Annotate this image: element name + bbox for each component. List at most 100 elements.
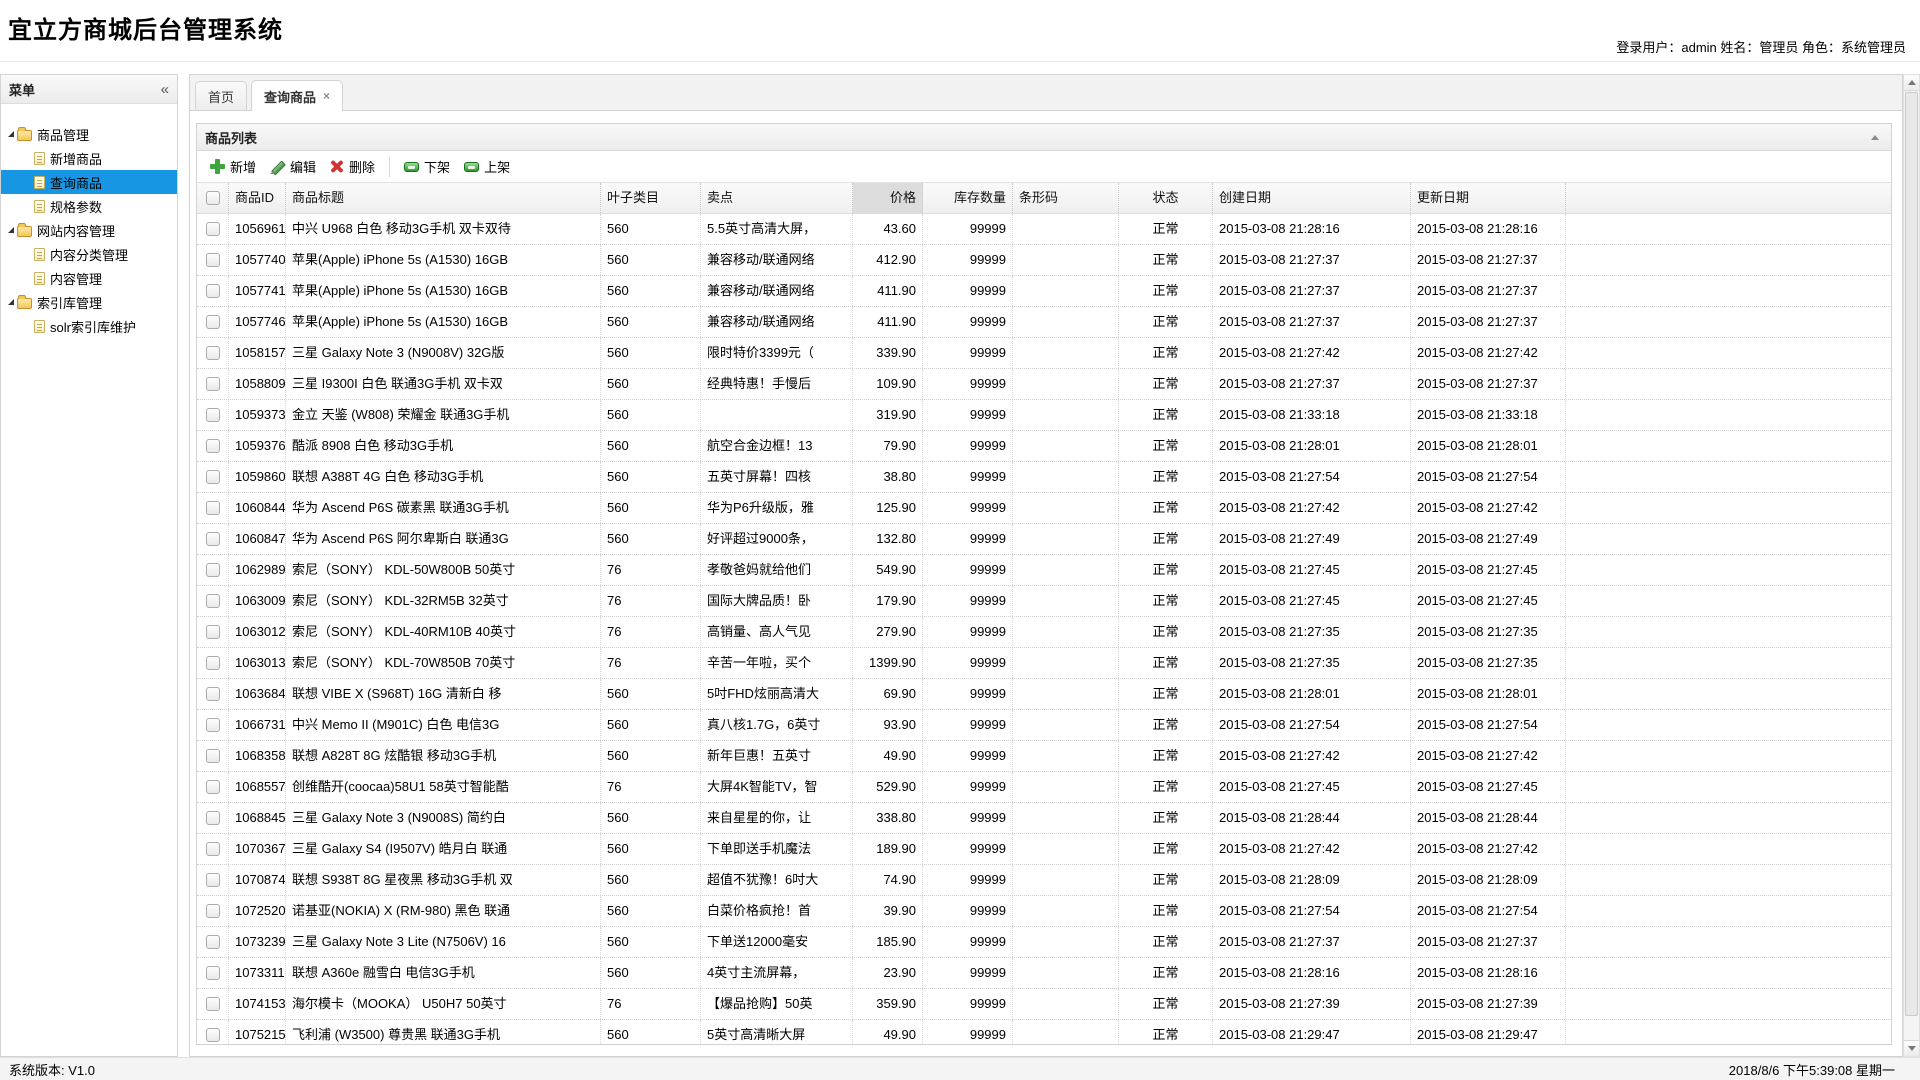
cell-updated: 2015-03-08 21:27:35 bbox=[1411, 648, 1566, 678]
row-checkbox[interactable] bbox=[206, 408, 220, 422]
row-checkbox[interactable] bbox=[206, 749, 220, 763]
tree-folder[interactable]: 网站内容管理 bbox=[1, 218, 177, 242]
table-row[interactable]: 1058809三星 I9300I 白色 联通3G手机 双卡双560经典特惠！手慢… bbox=[197, 369, 1891, 400]
row-checkbox[interactable] bbox=[206, 656, 220, 670]
edit-button[interactable]: 编辑 bbox=[263, 153, 323, 180]
row-checkbox[interactable] bbox=[206, 687, 220, 701]
panel-collapse-button[interactable] bbox=[1867, 129, 1883, 145]
row-checkbox[interactable] bbox=[206, 501, 220, 515]
column-header-status[interactable]: 状态 bbox=[1119, 183, 1213, 213]
tab-home[interactable]: 首页 bbox=[195, 81, 247, 110]
table-row[interactable]: 1075215飞利浦 (W3500) 尊贵黑 联通3G手机5605英寸高清晰大屏… bbox=[197, 1020, 1891, 1044]
scrollbar-thumb[interactable] bbox=[1905, 92, 1918, 1016]
row-checkbox[interactable] bbox=[206, 1028, 220, 1042]
tree-item[interactable]: 查询商品 bbox=[1, 170, 177, 194]
row-checkbox[interactable] bbox=[206, 842, 220, 856]
table-row[interactable]: 1057746苹果(Apple) iPhone 5s (A1530) 16GB5… bbox=[197, 307, 1891, 338]
table-row[interactable]: 1074153海尔模卡（MOOKA） U50H7 50英寸76【爆品抢购】50英… bbox=[197, 989, 1891, 1020]
vertical-scrollbar[interactable] bbox=[1903, 74, 1920, 1057]
column-header-title[interactable]: 商品标题 bbox=[286, 183, 601, 213]
row-checkbox[interactable] bbox=[206, 625, 220, 639]
column-header-price[interactable]: 价格 bbox=[853, 183, 923, 213]
off-shelf-button[interactable]: 下架 bbox=[397, 153, 457, 180]
add-button[interactable]: 新增 bbox=[203, 153, 263, 180]
table-row[interactable]: 1060847华为 Ascend P6S 阿尔卑斯白 联通3G560好评超过90… bbox=[197, 524, 1891, 555]
column-header-category[interactable]: 叶子类目 bbox=[601, 183, 701, 213]
table-row[interactable]: 1059373金立 天鉴 (W808) 荣耀金 联通3G手机560319.909… bbox=[197, 400, 1891, 431]
table-row[interactable]: 1068358联想 A828T 8G 炫酷银 移动3G手机560新年巨惠！五英寸… bbox=[197, 741, 1891, 772]
table-row[interactable]: 1073239三星 Galaxy Note 3 Lite (N7506V) 16… bbox=[197, 927, 1891, 958]
table-row[interactable]: 1068845三星 Galaxy Note 3 (N9008S) 简约白560来… bbox=[197, 803, 1891, 834]
row-checkbox[interactable] bbox=[206, 966, 220, 980]
table-row[interactable]: 1063012索尼（SONY） KDL-40RM10B 40英寸76高销量、高人… bbox=[197, 617, 1891, 648]
row-checkbox[interactable] bbox=[206, 563, 220, 577]
cell-category: 76 bbox=[601, 989, 701, 1019]
tree-item[interactable]: 新增商品 bbox=[1, 146, 177, 170]
row-checkbox[interactable] bbox=[206, 253, 220, 267]
row-checkbox[interactable] bbox=[206, 935, 220, 949]
column-header-created[interactable]: 创建日期 bbox=[1213, 183, 1411, 213]
table-row[interactable]: 1062989索尼（SONY） KDL-50W800B 50英寸76孝敬爸妈就给… bbox=[197, 555, 1891, 586]
tree-folder-label: 网站内容管理 bbox=[37, 221, 115, 240]
row-checkbox[interactable] bbox=[206, 997, 220, 1011]
table-row[interactable]: 1057741苹果(Apple) iPhone 5s (A1530) 16GB5… bbox=[197, 276, 1891, 307]
row-checkbox[interactable] bbox=[206, 222, 220, 236]
row-checkbox[interactable] bbox=[206, 904, 220, 918]
column-header-num[interactable]: 库存数量 bbox=[923, 183, 1013, 213]
column-header-updated[interactable]: 更新日期 bbox=[1411, 183, 1566, 213]
table-row[interactable]: 1072520诺基亚(NOKIA) X (RM-980) 黑色 联通560白菜价… bbox=[197, 896, 1891, 927]
row-checkbox[interactable] bbox=[206, 532, 220, 546]
table-row[interactable]: 1057740苹果(Apple) iPhone 5s (A1530) 16GB5… bbox=[197, 245, 1891, 276]
table-row[interactable]: 1066731中兴 Memo II (M901C) 白色 电信3G560真八核1… bbox=[197, 710, 1891, 741]
column-header-barcode[interactable]: 条形码 bbox=[1013, 183, 1119, 213]
tab-close-icon[interactable]: × bbox=[323, 90, 330, 102]
table-row[interactable]: 1070367三星 Galaxy S4 (I9507V) 皓月白 联通560下单… bbox=[197, 834, 1891, 865]
on-shelf-button[interactable]: 上架 bbox=[457, 153, 517, 180]
select-all-checkbox[interactable] bbox=[206, 191, 220, 205]
scroll-down-button[interactable] bbox=[1904, 1040, 1919, 1056]
row-checkbox[interactable] bbox=[206, 718, 220, 732]
table-row[interactable]: 1068557创维酷开(coocaa)58U1 58英寸智能酷76大屏4K智能T… bbox=[197, 772, 1891, 803]
collapse-sidebar-icon[interactable]: « bbox=[161, 81, 169, 98]
row-checkbox[interactable] bbox=[206, 470, 220, 484]
table-row[interactable]: 1063013索尼（SONY） KDL-70W850B 70英寸76辛苦一年啦，… bbox=[197, 648, 1891, 679]
cell-sellpoint: 下单即送手机魔法 bbox=[701, 834, 853, 864]
table-row[interactable]: 1059860联想 A388T 4G 白色 移动3G手机560五英寸屏幕！四核3… bbox=[197, 462, 1891, 493]
table-row[interactable]: 1073311联想 A360e 融雪白 电信3G手机5604英寸主流屏幕，23.… bbox=[197, 958, 1891, 989]
cell-sellpoint: 孝敬爸妈就给他们 bbox=[701, 555, 853, 585]
cell-sellpoint: 辛苦一年啦，买个 bbox=[701, 648, 853, 678]
tree-item[interactable]: 内容分类管理 bbox=[1, 242, 177, 266]
row-checkbox[interactable] bbox=[206, 377, 220, 391]
tree-item[interactable]: solr索引库维护 bbox=[1, 314, 177, 338]
table-row[interactable]: 1059376酷派 8908 白色 移动3G手机560航空合金边框！1379.9… bbox=[197, 431, 1891, 462]
tree-folder[interactable]: 索引库管理 bbox=[1, 290, 177, 314]
cell-check bbox=[197, 462, 229, 492]
tree-item[interactable]: 内容管理 bbox=[1, 266, 177, 290]
row-checkbox[interactable] bbox=[206, 780, 220, 794]
row-checkbox[interactable] bbox=[206, 873, 220, 887]
table-row[interactable]: 1056961中兴 U968 白色 移动3G手机 双卡双待5605.5英寸高清大… bbox=[197, 214, 1891, 245]
row-checkbox[interactable] bbox=[206, 811, 220, 825]
delete-button[interactable]: 删除 bbox=[323, 153, 382, 180]
row-checkbox[interactable] bbox=[206, 315, 220, 329]
scroll-up-button[interactable] bbox=[1904, 75, 1919, 91]
table-row[interactable]: 1060844华为 Ascend P6S 碳素黑 联通3G手机560华为P6升级… bbox=[197, 493, 1891, 524]
row-checkbox[interactable] bbox=[206, 594, 220, 608]
row-checkbox[interactable] bbox=[206, 284, 220, 298]
tab-query-goods[interactable]: 查询商品× bbox=[251, 80, 343, 111]
row-checkbox[interactable] bbox=[206, 439, 220, 453]
tree-folder[interactable]: 商品管理 bbox=[1, 122, 177, 146]
column-header-id[interactable]: 商品ID bbox=[229, 183, 286, 213]
table-row[interactable]: 1058157三星 Galaxy Note 3 (N9008V) 32G版560… bbox=[197, 338, 1891, 369]
column-header-sellpoint[interactable]: 卖点 bbox=[701, 183, 853, 213]
table-row[interactable]: 1063684联想 VIBE X (S968T) 16G 清新白 移5605吋F… bbox=[197, 679, 1891, 710]
tree-item[interactable]: 规格参数 bbox=[1, 194, 177, 218]
goods-grid: 商品ID商品标题叶子类目卖点价格库存数量条形码状态创建日期更新日期 105696… bbox=[197, 183, 1891, 1044]
tab-content: 商品列表 新增编辑删除下架上架 商品ID商品标题叶子类目卖点价格库存数量条形码状… bbox=[189, 111, 1903, 1057]
cell-status: 正常 bbox=[1119, 772, 1213, 802]
delete-icon bbox=[330, 159, 344, 174]
cell-title: 华为 Ascend P6S 阿尔卑斯白 联通3G bbox=[286, 524, 601, 554]
table-row[interactable]: 1063009索尼（SONY） KDL-32RM5B 32英寸76国际大牌品质！… bbox=[197, 586, 1891, 617]
table-row[interactable]: 1070874联想 S938T 8G 星夜黑 移动3G手机 双560超值不犹豫！… bbox=[197, 865, 1891, 896]
row-checkbox[interactable] bbox=[206, 346, 220, 360]
